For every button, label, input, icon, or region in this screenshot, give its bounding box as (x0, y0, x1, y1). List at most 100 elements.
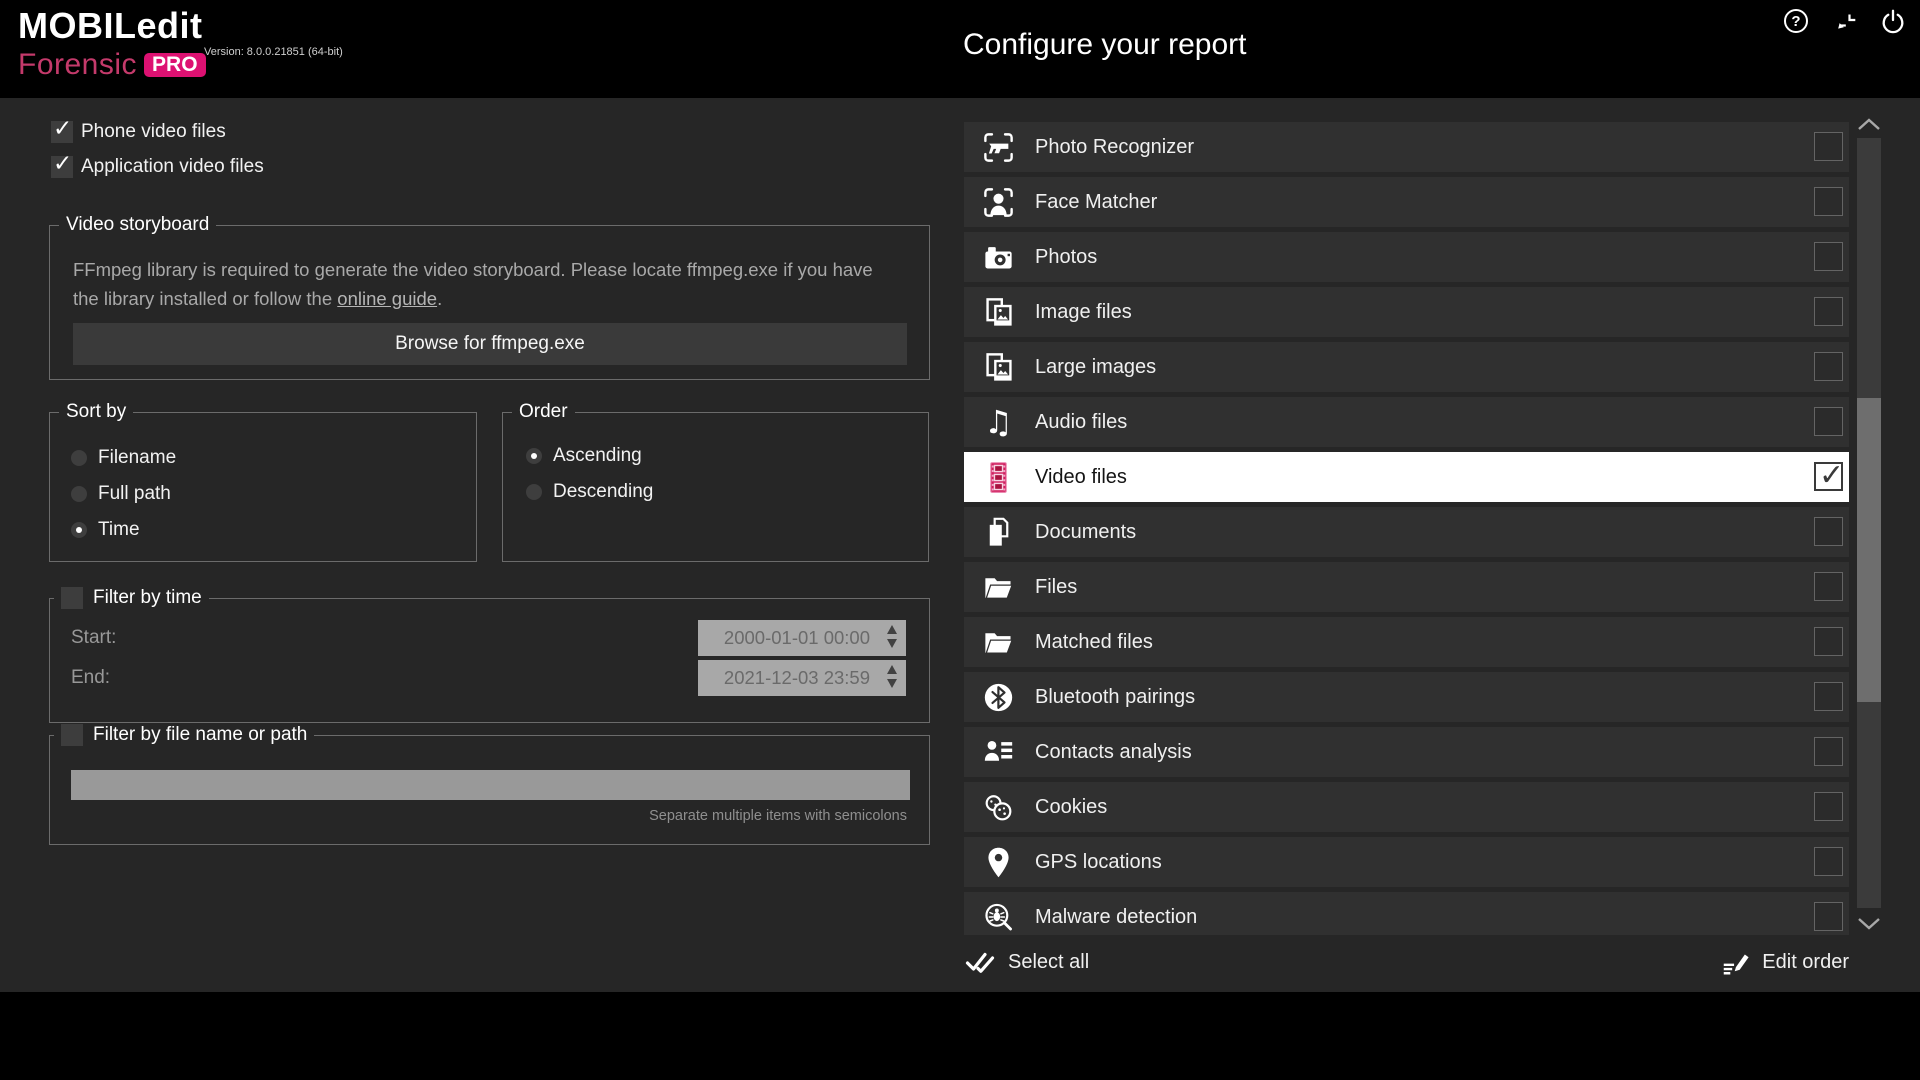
sort-filename-option[interactable]: Filename (71, 447, 476, 469)
report-item-checkbox[interactable]: ✓ (1814, 462, 1843, 491)
report-item-label: Bluetooth pairings (1035, 686, 1195, 709)
ffmpeg-text-end: . (437, 288, 442, 309)
spinner-up-icon[interactable] (887, 625, 897, 634)
filename-filter-input[interactable] (71, 770, 910, 800)
start-datetime-value: 2000-01-01 00:00 (724, 627, 870, 649)
cookies-icon (981, 790, 1016, 825)
face-matcher-icon (981, 185, 1016, 220)
order-descending-radio[interactable] (526, 484, 542, 500)
power-icon[interactable] (1880, 8, 1906, 34)
report-item-video-files[interactable]: Video files ✓ (964, 452, 1849, 502)
report-item-checkbox[interactable]: ✓ (1814, 572, 1843, 601)
photo-recognizer-icon (981, 130, 1016, 165)
report-item-photos[interactable]: Photos ✓ (964, 232, 1849, 282)
ffmpeg-text: FFmpeg library is required to generate t… (73, 259, 873, 309)
scrollbar-track[interactable] (1857, 138, 1881, 908)
sort-fullpath-radio[interactable] (71, 486, 87, 502)
report-item-label: Matched files (1035, 631, 1153, 654)
browse-ffmpeg-button[interactable]: Browse for ffmpeg.exe (73, 323, 907, 365)
report-item-files[interactable]: Files ✓ (964, 562, 1849, 612)
checkmark-icon: ✓ (1819, 458, 1844, 493)
mobiledit-window: MOBILedit Forensic PRO Version: 8.0.0.21… (0, 0, 1920, 1080)
report-item-checkbox[interactable]: ✓ (1814, 517, 1843, 546)
application-video-files-checkbox[interactable]: ✓ (51, 156, 73, 178)
sort-filename-radio[interactable] (71, 450, 87, 466)
report-item-image-files[interactable]: Image files ✓ (964, 287, 1849, 337)
order-ascending-option[interactable]: Ascending (526, 445, 928, 467)
edit-order-icon (1720, 947, 1750, 977)
large-images-icon (981, 350, 1016, 385)
order-ascending-radio[interactable] (526, 448, 542, 464)
image-files-icon (981, 295, 1016, 330)
filmstrip-icon (981, 460, 1016, 495)
report-item-checkbox[interactable]: ✓ (1814, 737, 1843, 766)
report-item-malware-detection[interactable]: Malware detection ✓ (964, 892, 1849, 935)
filter-by-name-checkbox[interactable]: ✓ (61, 724, 83, 746)
end-datetime-value: 2021-12-03 23:59 (724, 667, 870, 689)
filter-by-time-group: ✓ Filter by time Start: 2000-01-01 00:00… (49, 598, 930, 723)
report-item-documents[interactable]: Documents ✓ (964, 507, 1849, 557)
filter-by-time-checkbox[interactable]: ✓ (61, 587, 83, 609)
checkmark-icon: ✓ (53, 151, 72, 177)
version-label: Version: 8.0.0.21851 (64-bit) (204, 46, 343, 58)
camera-icon (981, 240, 1016, 275)
report-item-checkbox[interactable]: ✓ (1814, 352, 1843, 381)
report-item-checkbox[interactable]: ✓ (1814, 242, 1843, 271)
report-item-label: Contacts analysis (1035, 741, 1192, 764)
report-item-checkbox[interactable]: ✓ (1814, 902, 1843, 931)
scroll-down-button[interactable] (1856, 916, 1882, 932)
chevron-up-icon (1859, 120, 1879, 129)
report-item-checkbox[interactable]: ✓ (1814, 297, 1843, 326)
report-item-gps-locations[interactable]: GPS locations ✓ (964, 837, 1849, 887)
sort-time-label: Time (98, 519, 140, 541)
report-item-checkbox[interactable]: ✓ (1814, 682, 1843, 711)
report-item-bluetooth-pairings[interactable]: Bluetooth pairings ✓ (964, 672, 1849, 722)
chevron-down-icon (1859, 919, 1879, 928)
sort-fullpath-label: Full path (98, 483, 171, 505)
report-item-checkbox[interactable]: ✓ (1814, 132, 1843, 161)
report-modules-list: Photo Recognizer ✓ Face Matcher ✓ Photos… (964, 122, 1849, 935)
select-all-button[interactable]: Select all (964, 946, 1089, 978)
app-logo: MOBILedit Forensic PRO (18, 8, 206, 80)
spinner-down-icon[interactable] (887, 679, 897, 688)
report-item-matched-files[interactable]: Matched files ✓ (964, 617, 1849, 667)
spinner-up-icon[interactable] (887, 665, 897, 674)
report-item-cookies[interactable]: Cookies ✓ (964, 782, 1849, 832)
report-item-contacts-analysis[interactable]: Contacts analysis ✓ (964, 727, 1849, 777)
application-video-files-option[interactable]: ✓ Application video files (51, 156, 264, 178)
scroll-up-button[interactable] (1856, 116, 1882, 132)
sort-fullpath-option[interactable]: Full path (71, 483, 476, 505)
report-item-checkbox[interactable]: ✓ (1814, 187, 1843, 216)
report-item-checkbox[interactable]: ✓ (1814, 792, 1843, 821)
help-icon[interactable]: ? (1783, 8, 1809, 34)
report-item-photo-recognizer[interactable]: Photo Recognizer ✓ (964, 122, 1849, 172)
sort-time-option[interactable]: Time (71, 519, 476, 541)
phone-video-files-checkbox[interactable]: ✓ (51, 121, 73, 143)
report-item-large-images[interactable]: Large images ✓ (964, 342, 1849, 392)
video-storyboard-legend: Video storyboard (59, 213, 216, 237)
bluetooth-icon (981, 680, 1016, 715)
scrollbar-thumb[interactable] (1857, 398, 1881, 702)
phone-video-files-option[interactable]: ✓ Phone video files (51, 121, 226, 143)
map-pin-icon (981, 845, 1016, 880)
start-datetime-spinner[interactable]: 2000-01-01 00:00 (698, 620, 906, 656)
music-note-icon: ♫ (981, 405, 1016, 440)
logo-pro-badge: PRO (144, 53, 206, 77)
start-label: Start: (71, 627, 116, 649)
order-descending-option[interactable]: Descending (526, 481, 928, 503)
report-item-checkbox[interactable]: ✓ (1814, 627, 1843, 656)
collapse-icon[interactable] (1833, 10, 1859, 36)
logo-forensic: Forensic (18, 50, 137, 80)
report-item-label: Face Matcher (1035, 191, 1157, 214)
sort-time-radio[interactable] (71, 522, 87, 538)
report-item-checkbox[interactable]: ✓ (1814, 407, 1843, 436)
sort-filename-label: Filename (98, 447, 176, 469)
report-item-checkbox[interactable]: ✓ (1814, 847, 1843, 876)
report-item-face-matcher[interactable]: Face Matcher ✓ (964, 177, 1849, 227)
report-item-audio-files[interactable]: ♫ Audio files ✓ (964, 397, 1849, 447)
edit-order-button[interactable]: Edit order (1720, 947, 1849, 977)
end-datetime-spinner[interactable]: 2021-12-03 23:59 (698, 660, 906, 696)
spinner-down-icon[interactable] (887, 639, 897, 648)
filter-by-name-legend: Filter by file name or path (93, 723, 307, 747)
online-guide-link[interactable]: online guide (337, 288, 437, 309)
